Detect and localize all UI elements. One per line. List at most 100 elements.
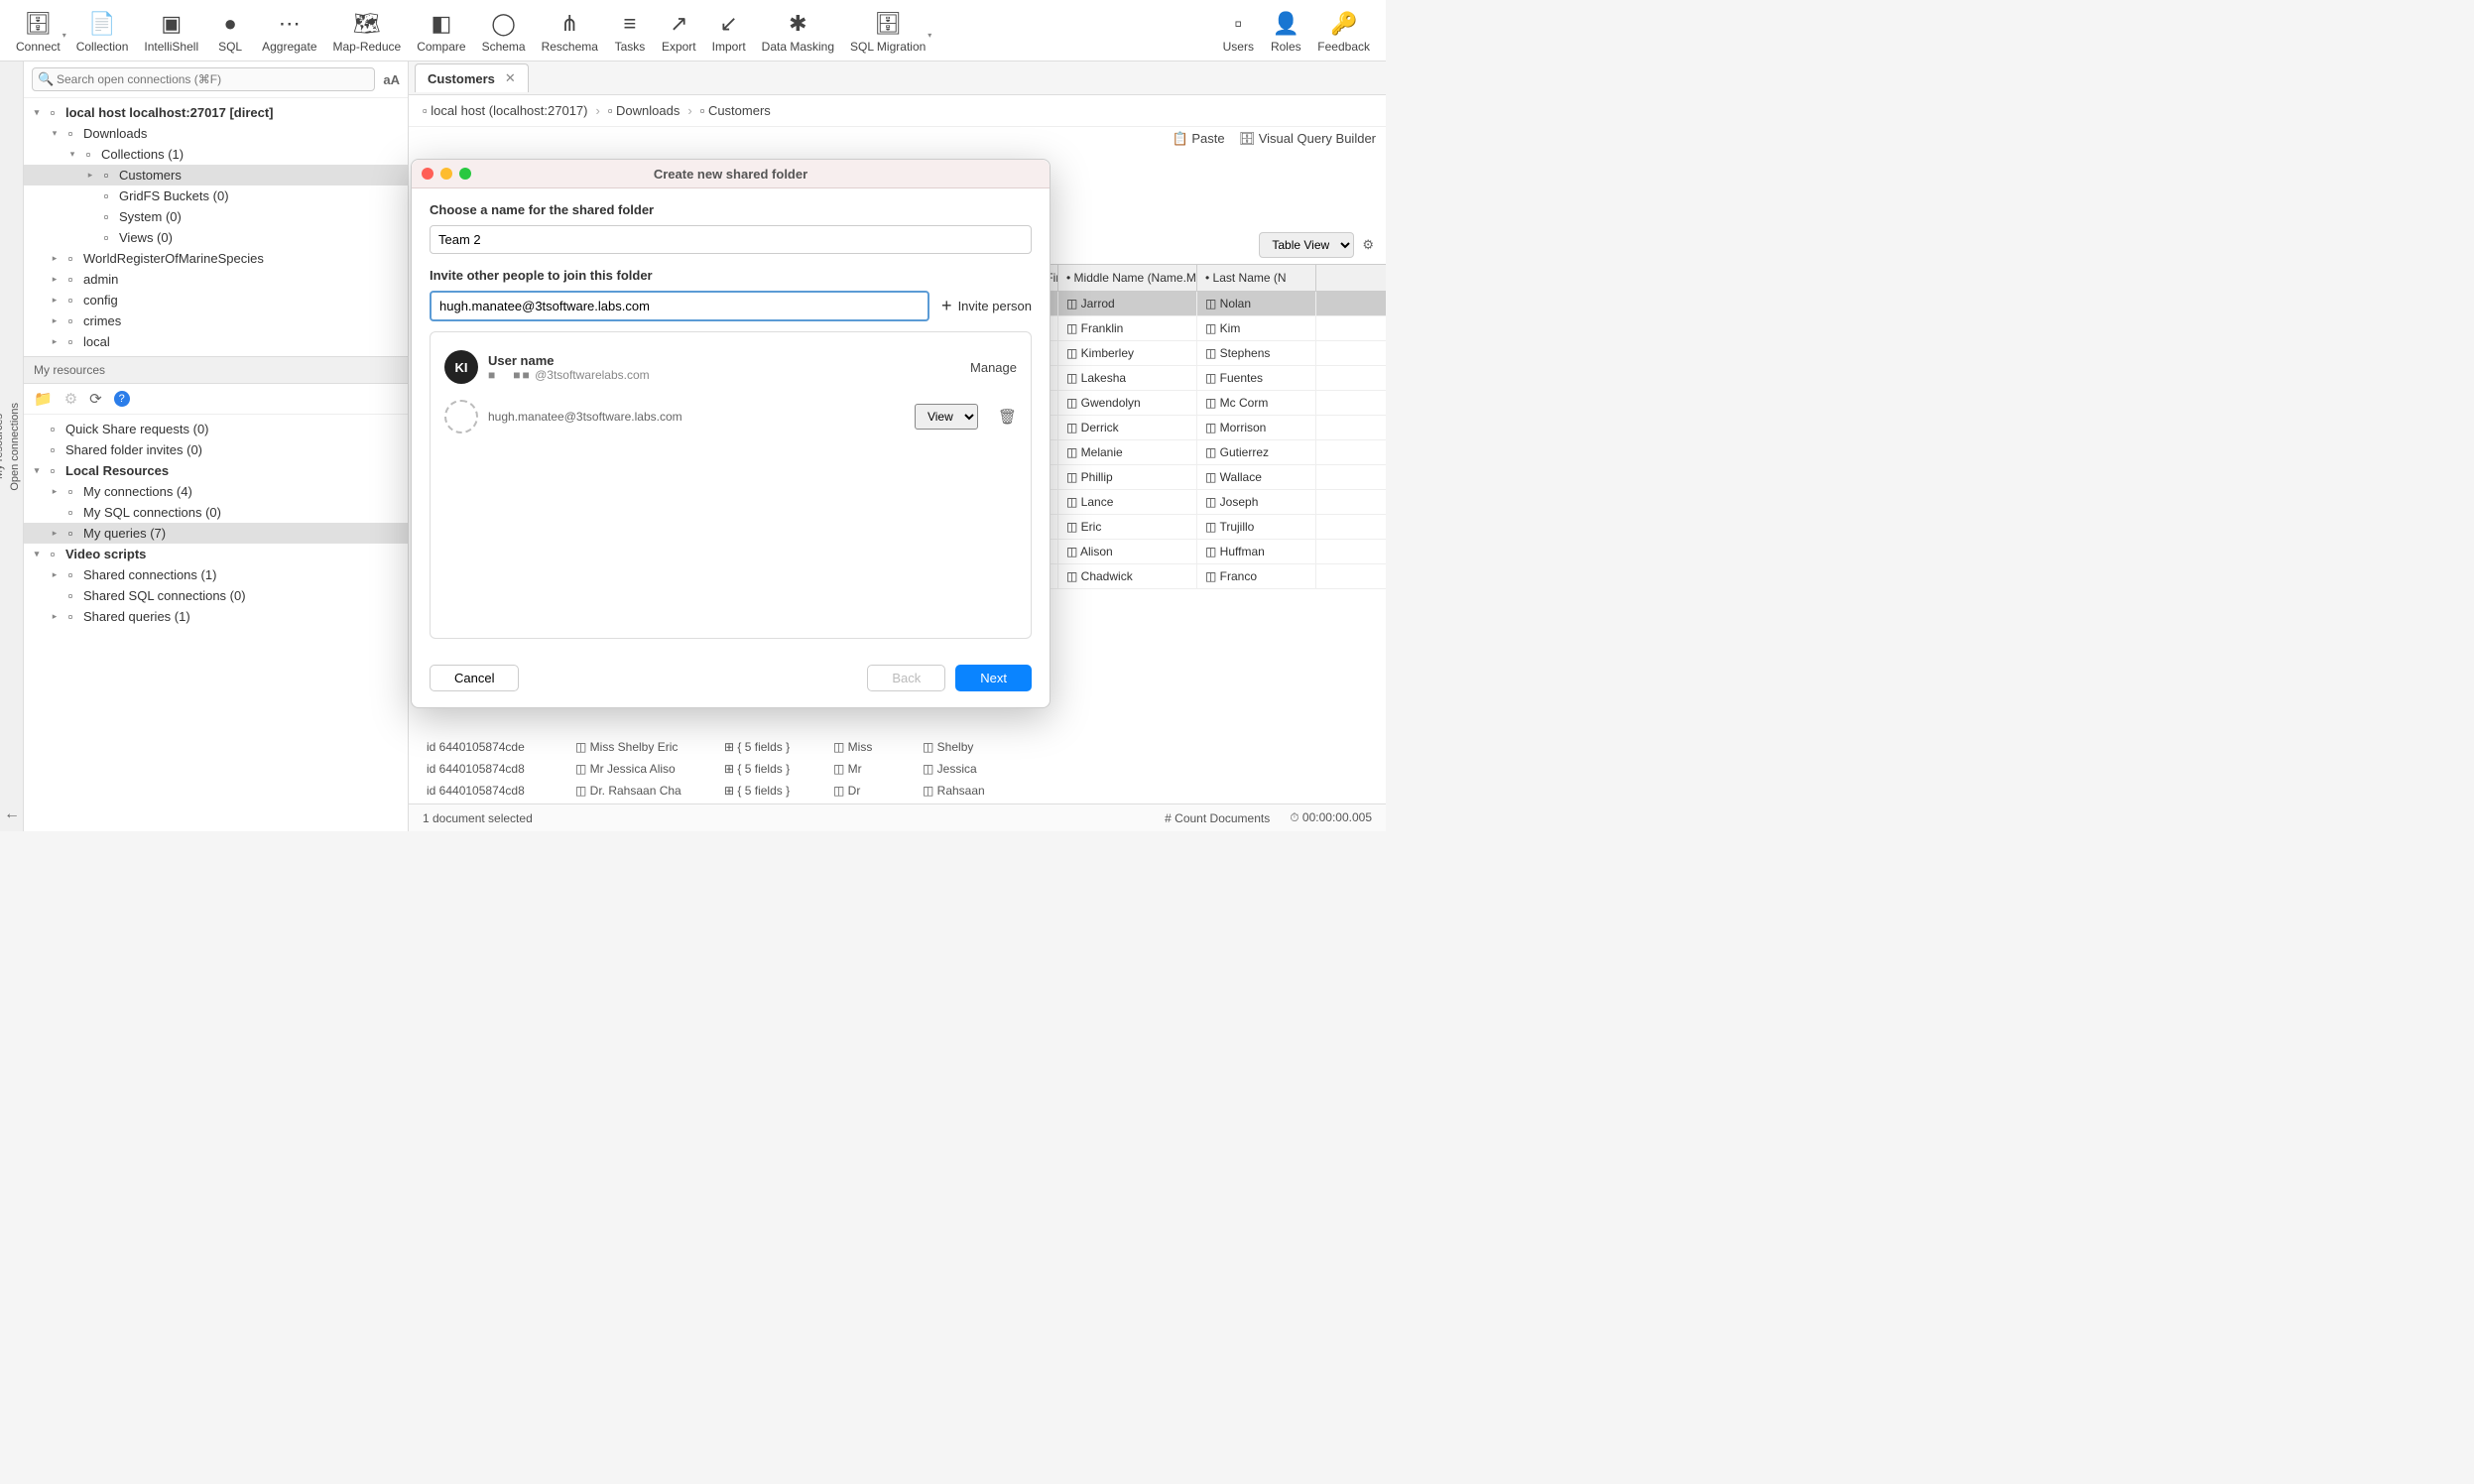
cancel-button[interactable]: Cancel (430, 665, 519, 691)
expand-icon[interactable]: ▾ (48, 128, 62, 139)
toolbar-sql[interactable]: ●SQL (206, 4, 254, 58)
tree-item[interactable]: ▸▫My connections (4) (24, 481, 408, 502)
members-list: KI User name ■ ■■ @3tsoftwarelabs.com Ma… (430, 331, 1032, 639)
breadcrumb-item[interactable]: ▫ local host (localhost:27017) (423, 103, 587, 118)
remove-member-icon[interactable]: 🗑 (998, 408, 1017, 426)
toolbar-users[interactable]: ▫Users (1214, 4, 1262, 58)
tree-item[interactable]: ▸▫Customers (24, 165, 408, 186)
expand-icon[interactable]: ▸ (48, 486, 62, 497)
expand-icon[interactable]: ▾ (30, 549, 44, 559)
toolbar-data-masking[interactable]: ✱Data Masking (754, 4, 842, 58)
add-folder-icon[interactable]: 📁 (34, 390, 53, 408)
folder-name-input[interactable] (430, 225, 1032, 254)
tree-item[interactable]: ▾▫Local Resources (24, 460, 408, 481)
expand-icon[interactable]: ▸ (48, 336, 62, 347)
toolbar-schema[interactable]: ◯Schema (474, 4, 534, 58)
back-button[interactable]: Back (867, 665, 945, 691)
count-documents-button[interactable]: # Count Documents (1165, 811, 1270, 825)
settings-icon[interactable]: ⚙ (64, 390, 77, 408)
tree-item[interactable]: ▸▫admin (24, 269, 408, 290)
tree-item[interactable]: ▸▫config (24, 290, 408, 310)
toolbar-sql-migration[interactable]: 🗄SQL Migration▾ (842, 4, 933, 58)
gear-icon[interactable]: ⚙ (1362, 237, 1374, 253)
tree-item[interactable]: ▸▫local (24, 331, 408, 352)
tree-item[interactable]: ▫Quick Share requests (0) (24, 419, 408, 439)
breadcrumb-item[interactable]: ▫ Customers (700, 103, 771, 118)
tree-item[interactable]: ▸▫crimes (24, 310, 408, 331)
expand-icon[interactable]: ▸ (48, 253, 62, 264)
folder-icon: ▫ (62, 526, 79, 541)
toolbar-tasks[interactable]: ≡Tasks (606, 4, 654, 58)
expand-icon[interactable]: ▾ (30, 107, 44, 118)
toolbar-compare[interactable]: ◧Compare (409, 4, 473, 58)
toolbar-import[interactable]: ↙Import (704, 4, 754, 58)
tree-item[interactable]: ▸▫WorldRegisterOfMarineSpecies (24, 248, 408, 269)
zoom-window-icon[interactable] (459, 168, 471, 180)
expand-icon[interactable]: ▾ (65, 149, 79, 160)
tree-item[interactable]: ▸▫My queries (7) (24, 523, 408, 544)
member-role: Manage (970, 360, 1017, 375)
view-mode-select[interactable]: Table View (1259, 232, 1354, 258)
col-header[interactable]: • Middle Name (Name.M (1058, 265, 1197, 291)
collection-icon: 📄 (86, 8, 118, 40)
toolbar-map-reduce[interactable]: 🗺Map-Reduce (325, 4, 410, 58)
tree-item[interactable]: ▾▫local host localhost:27017 [direct] (24, 102, 408, 123)
tree-item[interactable]: ▾▫Downloads (24, 123, 408, 144)
expand-icon[interactable]: ▸ (48, 315, 62, 326)
dialog-titlebar: Create new shared folder (412, 160, 1050, 188)
search-input[interactable] (32, 67, 375, 91)
next-button[interactable]: Next (955, 665, 1032, 691)
tree-item[interactable]: ▾▫Collections (1) (24, 144, 408, 165)
invite-person-button[interactable]: Invite person (941, 296, 1032, 316)
folder-name-label: Choose a name for the shared folder (430, 202, 1032, 217)
toolbar-intellishell[interactable]: ▣IntelliShell (136, 4, 206, 58)
col-header[interactable]: • Last Name (N (1197, 265, 1316, 291)
feedback-icon: 🔑 (1328, 8, 1360, 40)
breadcrumb-item[interactable]: ▫ Downloads (608, 103, 680, 118)
tree-item[interactable]: ▾▫Video scripts (24, 544, 408, 564)
help-icon[interactable]: ? (114, 391, 130, 407)
tree-item[interactable]: ▫Views (0) (24, 227, 408, 248)
close-tab-icon[interactable]: ✕ (505, 70, 516, 86)
expand-icon[interactable]: ▸ (48, 611, 62, 622)
tree-item[interactable]: ▫Shared folder invites (0) (24, 439, 408, 460)
tree-item[interactable]: ▫My SQL connections (0) (24, 502, 408, 523)
tab-bar: Customers ✕ (409, 62, 1386, 95)
tab-customers[interactable]: Customers ✕ (415, 63, 529, 92)
rail-my-resources[interactable]: My resources (0, 404, 7, 489)
rail-open-connections[interactable]: Open connections (7, 393, 23, 501)
toolbar-aggregate[interactable]: ⋯Aggregate (254, 4, 324, 58)
toolbar-collection[interactable]: 📄Collection (68, 4, 137, 58)
expand-icon[interactable]: ▾ (30, 465, 44, 476)
folder-icon: ▫ (44, 105, 62, 120)
expand-icon[interactable]: ▸ (48, 569, 62, 580)
folder-icon: ▫ (44, 422, 62, 436)
expand-icon[interactable]: ▸ (48, 295, 62, 306)
toolbar-connect[interactable]: 🗄Connect▾ (8, 4, 68, 58)
invitee-email: hugh.manatee@3tsoftware.labs.com (488, 410, 905, 424)
folder-icon: ▫ (62, 505, 79, 520)
tree-item[interactable]: ▸▫Shared queries (1) (24, 606, 408, 627)
expand-icon[interactable]: ▸ (48, 274, 62, 285)
tree-item[interactable]: ▫Shared SQL connections (0) (24, 585, 408, 606)
paste-button[interactable]: 📋 Paste (1173, 131, 1225, 147)
close-window-icon[interactable] (422, 168, 433, 180)
toolbar-feedback[interactable]: 🔑Feedback (1309, 4, 1378, 58)
tree-item[interactable]: ▫System (0) (24, 206, 408, 227)
toolbar-export[interactable]: ↗Export (654, 4, 704, 58)
folder-icon: ▫ (62, 334, 79, 349)
collapse-sidebar-icon[interactable]: ← (4, 805, 20, 823)
minimize-window-icon[interactable] (440, 168, 452, 180)
permission-select[interactable]: View (915, 404, 978, 430)
expand-icon[interactable]: ▸ (48, 528, 62, 539)
visual-query-builder-button[interactable]: 🗄 Visual Query Builder (1239, 131, 1376, 147)
expand-icon[interactable]: ▸ (83, 170, 97, 181)
tree-item[interactable]: ▸▫Shared connections (1) (24, 564, 408, 585)
text-size-toggle[interactable]: aA (383, 72, 400, 87)
tree-item[interactable]: ▫GridFS Buckets (0) (24, 186, 408, 206)
toolbar-reschema[interactable]: ⋔Reschema (534, 4, 606, 58)
folder-icon: ▫ (97, 168, 115, 183)
refresh-icon[interactable]: ⟳ (89, 390, 102, 408)
invite-email-input[interactable] (430, 291, 929, 321)
toolbar-roles[interactable]: 👤Roles (1262, 4, 1309, 58)
